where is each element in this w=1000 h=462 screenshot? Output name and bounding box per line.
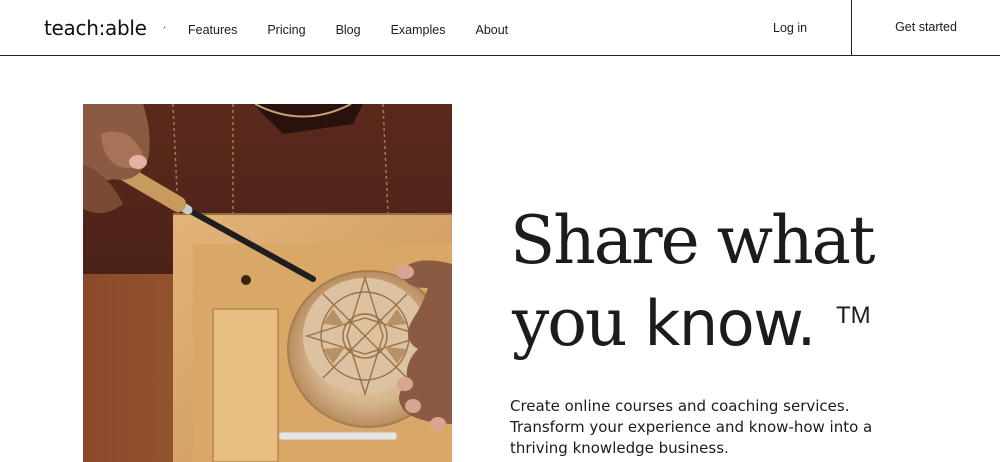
logo-dot: · <box>163 22 167 33</box>
top-navigation-bar: teach:able · Features Pricing Blog Examp… <box>0 0 1000 56</box>
login-link[interactable]: Log in <box>773 21 807 35</box>
headline-know: know. <box>644 287 817 360</box>
nav-item-examples[interactable]: Examples <box>391 19 446 37</box>
headline-you: you <box>512 284 645 361</box>
nav-item-about[interactable]: About <box>475 19 508 37</box>
hero-subtext: Create online courses and coaching servi… <box>510 396 910 459</box>
get-started-button[interactable]: Get started <box>852 0 1000 56</box>
subtext-line: Create online courses and coaching servi… <box>510 397 850 415</box>
hero-image-wood-carving <box>83 104 452 462</box>
nav-item-features[interactable]: Features <box>188 19 237 37</box>
nav-item-pricing[interactable]: Pricing <box>267 19 305 37</box>
teachable-logo[interactable]: teach:able <box>44 16 147 40</box>
subtext-line: thriving knowledge business. <box>510 439 729 457</box>
subtext-line: Transform your experience and know-how i… <box>510 418 873 436</box>
nav-item-blog[interactable]: Blog <box>336 19 361 37</box>
trademark-symbol: TM <box>836 302 871 329</box>
main-nav: Features Pricing Blog Examples About <box>188 0 538 56</box>
hero-headline-line-1: Share what <box>510 202 876 279</box>
hero-headline-line-2: you know. <box>512 290 816 356</box>
